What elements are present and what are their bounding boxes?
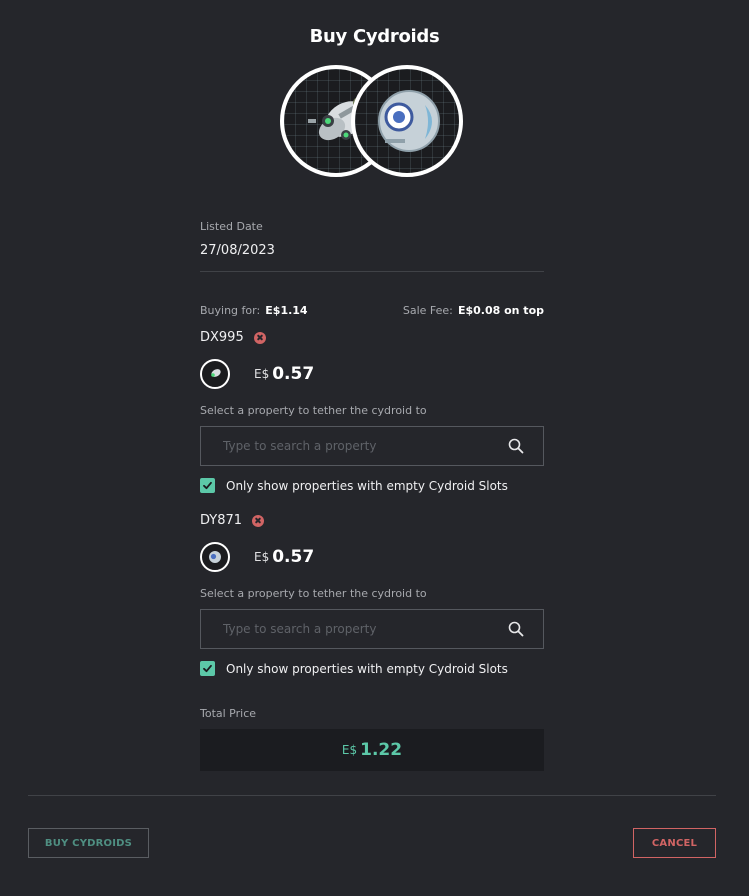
empty-slots-filter: Only show properties with empty Cydroid … xyxy=(200,661,544,676)
section-divider xyxy=(200,271,544,272)
price-currency: E$ xyxy=(254,367,270,381)
search-icon[interactable] xyxy=(508,438,524,454)
cydroid-name-row: DX995 xyxy=(200,330,544,345)
cydroid-name-row: DY871 xyxy=(200,513,544,528)
sale-fee: Sale Fee: E$0.08 on top xyxy=(403,299,544,318)
property-search-input[interactable] xyxy=(221,621,508,637)
listed-date-value: 27/08/2023 xyxy=(200,243,275,258)
price-currency: E$ xyxy=(254,550,270,564)
modal-title: Buy Cydroids xyxy=(309,26,440,47)
price-amount: 0.57 xyxy=(272,547,315,567)
cydroid-image-dy871 xyxy=(351,65,463,177)
listed-date-section: Listed Date 27/08/2023 xyxy=(200,220,544,272)
price-amount: 0.57 xyxy=(272,364,315,384)
buy-cydroids-modal: Buy Cydroids Listed Date 27/08/2023 Buyi… xyxy=(0,0,749,896)
empty-slots-label: Only show properties with empty Cydroid … xyxy=(226,478,508,493)
empty-slots-label: Only show properties with empty Cydroid … xyxy=(226,661,508,676)
cydroid-name: DY871 xyxy=(200,513,243,528)
cancel-button[interactable]: CANCEL xyxy=(633,828,716,858)
empty-slots-filter: Only show properties with empty Cydroid … xyxy=(200,478,544,493)
property-search-box xyxy=(200,609,544,649)
remove-icon[interactable] xyxy=(252,514,265,527)
remove-icon[interactable] xyxy=(253,331,266,344)
buying-for-label: Buying for: xyxy=(200,304,261,317)
cydroid-thumbnail xyxy=(200,359,230,389)
cydroid-item: DX995 E$ 0.57 Select a property to tethe… xyxy=(200,330,544,493)
property-search-input[interactable] xyxy=(221,438,508,454)
cydroid-thumbnail xyxy=(200,542,230,572)
checkmark-icon xyxy=(203,664,212,673)
search-icon[interactable] xyxy=(508,621,524,637)
empty-slots-checkbox[interactable] xyxy=(200,478,215,493)
buying-for-value: E$1.14 xyxy=(265,304,308,317)
total-price-label: Total Price xyxy=(200,707,257,720)
cydroid-name: DX995 xyxy=(200,330,244,345)
total-price-box: E$ 1.22 xyxy=(200,729,544,771)
total-price-section: Total Price E$ 1.22 xyxy=(200,707,544,771)
fee-row: Buying for: E$1.14 Sale Fee: E$0.08 on t… xyxy=(200,299,544,318)
sale-fee-value: E$0.08 on top xyxy=(457,304,544,317)
select-property-label: Select a property to tether the cydroid … xyxy=(200,587,427,600)
empty-slots-checkbox[interactable] xyxy=(200,661,215,676)
cydroid-price-row: E$ 0.57 xyxy=(200,359,544,389)
footer-divider xyxy=(28,795,716,796)
property-search-box xyxy=(200,426,544,466)
cydroid-price-row: E$ 0.57 xyxy=(200,542,544,572)
cydroid-images xyxy=(0,65,749,177)
buying-for: Buying for: E$1.14 xyxy=(200,299,308,318)
sale-fee-label: Sale Fee: xyxy=(402,304,453,317)
total-amount: 1.22 xyxy=(360,740,403,760)
checkmark-icon xyxy=(203,481,212,490)
select-property-label: Select a property to tether the cydroid … xyxy=(200,404,427,417)
listed-date-label: Listed Date xyxy=(200,220,263,233)
buy-cydroids-button[interactable]: BUY CYDROIDS xyxy=(28,828,149,858)
total-currency: E$ xyxy=(341,743,358,757)
cydroid-item: DY871 E$ 0.57 Select a property to tethe… xyxy=(200,513,544,676)
